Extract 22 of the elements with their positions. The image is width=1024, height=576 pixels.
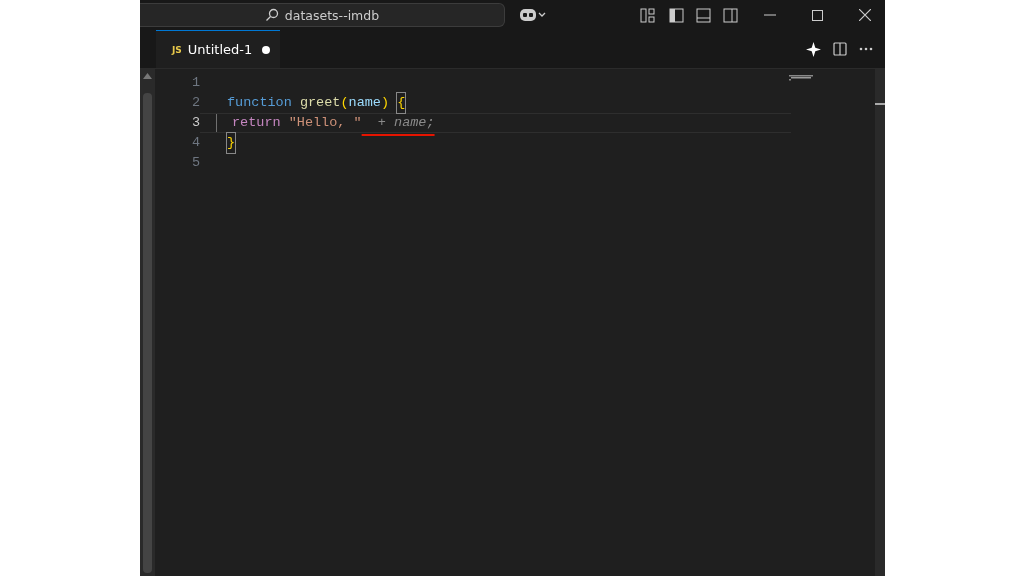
search-field[interactable]: datasets--imdb <box>140 3 505 27</box>
sidebar-toggle-icon[interactable] <box>669 7 684 23</box>
line-number: 1 <box>190 74 200 92</box>
search-icon <box>264 8 279 22</box>
layout-icon[interactable] <box>640 7 655 23</box>
code-line: } <box>200 133 791 153</box>
maximize-icon[interactable] <box>812 9 823 21</box>
tab-label: Untitled-1 <box>187 42 253 57</box>
line-number: 4 <box>190 134 200 152</box>
line-number: 2 <box>190 94 200 112</box>
code-line: function greet(name) { <box>200 93 791 113</box>
editor-tab[interactable]: JS Untitled-1 <box>156 30 280 68</box>
split-icon[interactable] <box>723 7 738 23</box>
line-number: 5 <box>190 154 200 172</box>
scroll-up-icon <box>143 73 152 79</box>
robot-icon[interactable] <box>519 7 547 23</box>
search-text: datasets--imdb <box>284 7 380 23</box>
panel-toggle-icon[interactable] <box>696 7 711 23</box>
close-icon[interactable] <box>859 9 871 21</box>
file-type-label: JS <box>172 44 182 55</box>
code-line: return "Hello, " + name; <box>200 113 791 133</box>
line-number: 3 <box>190 114 200 132</box>
